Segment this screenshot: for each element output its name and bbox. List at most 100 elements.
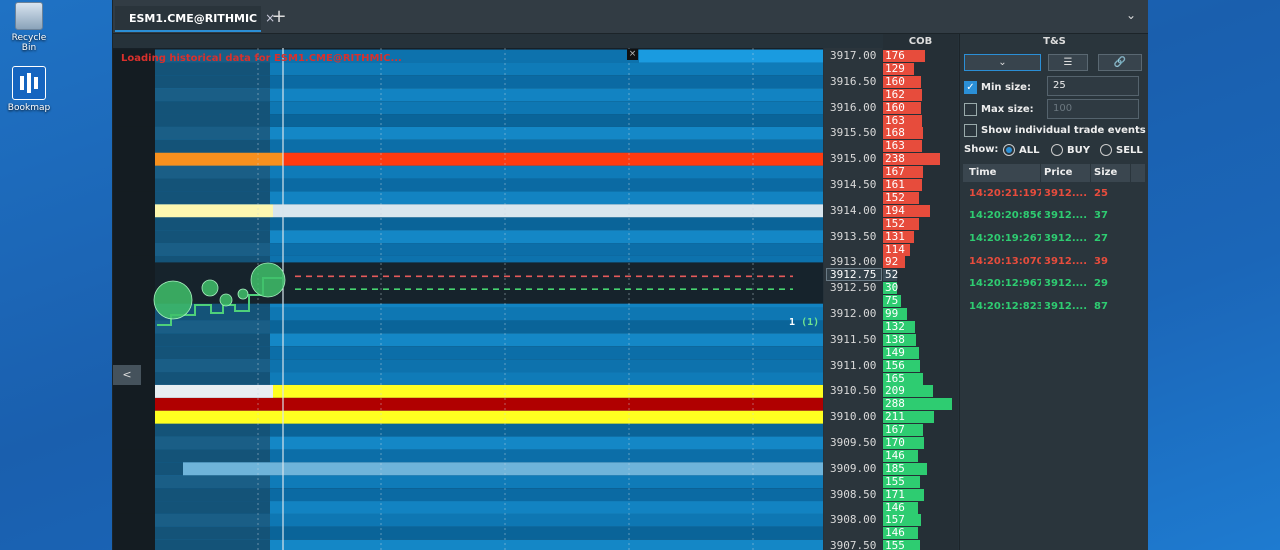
heatmap-left-gutter <box>113 255 155 269</box>
heatmap-left-gutter <box>113 320 155 334</box>
column-header-size[interactable]: Size <box>1091 164 1131 182</box>
heatmap-left-gutter <box>113 230 155 244</box>
filter-dropdown-button[interactable]: ⌄ <box>964 54 1041 71</box>
trade-time-cell: 14:20:12:823 <box>969 300 1041 312</box>
column-header-time[interactable]: Time <box>963 164 1041 182</box>
table-row[interactable]: 14:20:13:070 3912.... 39 <box>963 250 1146 273</box>
heatmap-chart[interactable]: Loading historical data for ESM1.CME@RIT… <box>113 48 823 550</box>
cob-size-value: 185 <box>885 461 905 475</box>
bookmap-desktop-icon[interactable]: Bookmap <box>4 66 54 113</box>
cob-size-value: 157 <box>885 513 905 527</box>
trade-size-cell: 37 <box>1094 210 1108 222</box>
cob-size-value: 52 <box>885 268 899 282</box>
heatmap-left-gutter <box>113 449 155 463</box>
heatmap-liquidity-band <box>273 384 823 398</box>
cob-size-value: 75 <box>885 294 899 308</box>
min-size-label: Min size: <box>981 82 1031 93</box>
chevron-down-icon[interactable]: ⌄ <box>1120 8 1142 26</box>
order-pending: (1) <box>801 317 820 328</box>
loading-message: Loading historical data for ESM1.CME@RIT… <box>121 53 402 64</box>
link-button[interactable]: 🔗 <box>1098 54 1142 71</box>
trades-table-body[interactable]: 14:20:21:197 3912.... 25 14:20:20:856 3912..… <box>963 182 1146 318</box>
min-size-input[interactable]: 25 <box>1047 76 1139 96</box>
table-row[interactable]: 14:20:21:197 3912.... 25 <box>963 182 1146 205</box>
heatmap-history-cell <box>155 88 270 102</box>
cob-size-value: 238 <box>885 152 905 166</box>
heatmap-liquidity-band <box>155 397 823 411</box>
recycle-bin-desktop-icon[interactable]: Recycle Bin <box>4 2 54 53</box>
cob-size-value: 163 <box>885 113 905 127</box>
trade-bubble[interactable] <box>201 279 219 297</box>
cob-size-value: 170 <box>885 436 905 449</box>
cob-size-value: 194 <box>885 203 905 217</box>
heatmap-left-gutter <box>113 526 155 540</box>
heatmap-history-cell <box>155 101 270 115</box>
trade-time-cell: 14:20:21:197 <box>969 187 1041 199</box>
recycle-bin-icon <box>15 2 43 30</box>
trade-bubble[interactable] <box>219 293 233 307</box>
trades-table-header: Time Price Size <box>963 164 1146 182</box>
tab-instrument[interactable]: ESM1.CME@RITHMIC × <box>115 6 275 32</box>
heatmap-left-gutter <box>113 139 155 153</box>
cob-size-value: 160 <box>885 74 905 88</box>
individual-trades-checkbox[interactable] <box>964 124 977 137</box>
table-row[interactable]: 14:20:19:267 3912.... 27 <box>963 227 1146 250</box>
price-axis[interactable]: 3917.00 3916.50 3916.00 3915.50 3915.00 3914.… <box>824 48 882 550</box>
cob-size-value: 211 <box>885 410 905 424</box>
heatmap-left-gutter <box>113 462 155 476</box>
trade-time-cell: 14:20:20:856 <box>969 210 1041 222</box>
heatmap-left-gutter <box>113 62 155 76</box>
heatmap-row <box>639 49 823 63</box>
heatmap-liquidity-band <box>273 204 823 218</box>
trade-price-cell: 3912.... <box>1044 187 1088 199</box>
heatmap-history-cell <box>155 526 270 540</box>
table-row[interactable]: 14:20:12:823 3912.... 87 <box>963 295 1146 318</box>
heatmap-left-gutter <box>113 165 155 179</box>
show-buy-radio[interactable] <box>1051 144 1063 156</box>
trade-price-cell: 3912.... <box>1044 278 1088 290</box>
add-tab-button[interactable]: + <box>269 7 289 29</box>
column-header-price[interactable]: Price <box>1041 164 1091 182</box>
heatmap-history-cell <box>155 243 270 256</box>
cob-size-value: 162 <box>885 87 905 101</box>
show-label: Show: <box>964 144 999 155</box>
trade-bubble[interactable] <box>237 288 249 300</box>
heatmap-history-cell <box>155 513 270 527</box>
table-row[interactable]: 14:20:12:967 3912.... 29 <box>963 272 1146 295</box>
heatmap-left-gutter <box>113 178 155 192</box>
heatmap-left-gutter <box>113 281 155 295</box>
cob-size-value: 114 <box>885 242 905 256</box>
show-sell-radio[interactable] <box>1100 144 1112 156</box>
max-size-checkbox[interactable] <box>964 103 977 116</box>
heatmap-left-gutter <box>113 243 155 256</box>
table-row[interactable]: 14:20:20:856 3912.... 37 <box>963 205 1146 228</box>
cob-size-value: 168 <box>885 126 905 140</box>
heatmap-history-cell <box>155 372 270 385</box>
heatmap-left-gutter <box>113 204 155 218</box>
chat-button[interactable]: ☰ <box>1048 54 1088 71</box>
heatmap-history-cell <box>155 488 270 502</box>
heatmap-left-gutter <box>113 346 155 360</box>
show-sell-label: SELL <box>1116 145 1143 156</box>
heatmap-history-cell <box>155 359 270 373</box>
max-size-input[interactable]: 100 <box>1047 99 1139 119</box>
close-icon[interactable]: × <box>627 49 638 60</box>
min-size-checkbox[interactable]: ✓ <box>964 81 977 94</box>
trade-price-cell: 3912.... <box>1044 232 1088 244</box>
heatmap-history-cell <box>155 62 270 76</box>
heatmap-history-cell <box>155 501 270 514</box>
cob-size-value: 152 <box>885 190 905 204</box>
show-all-radio[interactable] <box>1003 144 1015 156</box>
heatmap-left-gutter <box>113 423 155 437</box>
price-tick-label: 3917.00 <box>830 49 877 62</box>
heatmap-liquidity-band <box>283 152 823 166</box>
trade-bubble[interactable] <box>153 280 193 320</box>
cob-size-value: 167 <box>885 165 905 179</box>
ts-title: T&S <box>1043 36 1066 47</box>
cob-size-value: 132 <box>885 319 905 333</box>
trade-bubble[interactable] <box>250 262 286 298</box>
collapse-panel-button[interactable]: < <box>113 365 141 385</box>
order-label[interactable]: 1 (1) <box>789 317 819 328</box>
cob-size-value: 155 <box>885 539 905 550</box>
heatmap-history-cell <box>155 178 270 192</box>
